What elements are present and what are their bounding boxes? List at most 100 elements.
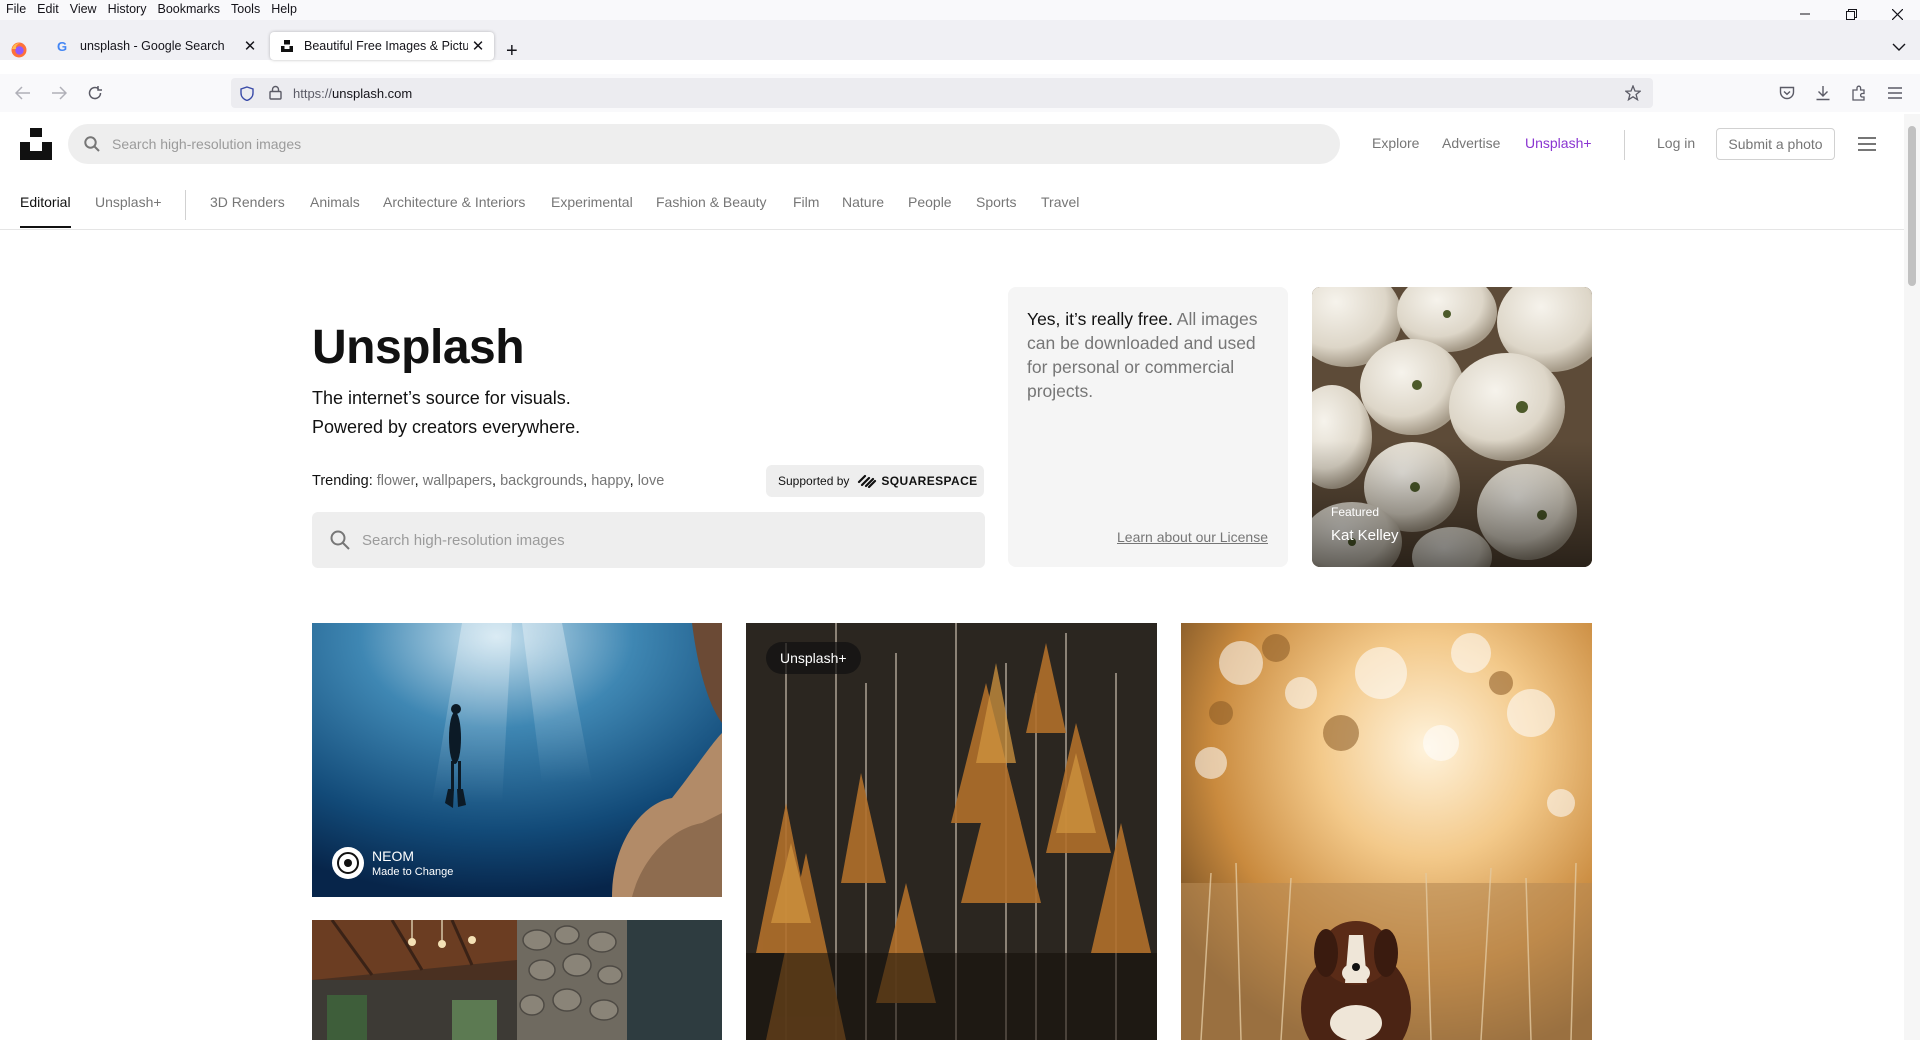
navigation-toolbar: https://unsplash.com <box>0 74 1920 112</box>
svg-text:G: G <box>57 39 67 53</box>
explore-link[interactable]: Explore <box>1372 135 1419 151</box>
hamburger-icon <box>1858 137 1876 151</box>
tab-close-icon[interactable]: ✕ <box>240 37 260 55</box>
menu-view[interactable]: View <box>70 2 97 16</box>
category-film[interactable]: Film <box>793 194 819 210</box>
squarespace-sponsor-badge[interactable]: Supported by SQUARESPACE <box>766 465 984 497</box>
menu-help[interactable]: Help <box>271 2 297 16</box>
photo-card-forest[interactable]: Unsplash+ <box>746 623 1157 1040</box>
url-text[interactable]: https://unsplash.com <box>293 86 412 101</box>
free-license-card: Yes, it’s really free. All images can be… <box>1008 287 1288 567</box>
sponsor-tagline: Made to Change <box>372 866 454 878</box>
sponsor-info[interactable]: NEOM Made to Change <box>332 847 453 879</box>
trending-item[interactable]: wallpapers <box>423 473 492 489</box>
category-fashion-beauty[interactable]: Fashion & Beauty <box>656 194 767 210</box>
pocket-button[interactable] <box>1773 80 1801 106</box>
new-tab-button[interactable]: + <box>506 40 518 63</box>
dog-in-field-image <box>1181 623 1592 1040</box>
reload-button[interactable] <box>81 80 109 106</box>
trending-item[interactable]: love <box>638 473 665 489</box>
page-viewport: Explore Advertise Unsplash+ Log in Submi… <box>0 114 1904 1040</box>
license-link[interactable]: Learn about our License <box>1117 529 1268 545</box>
menu-history[interactable]: History <box>108 2 147 16</box>
photo-card-interior[interactable] <box>312 920 722 1040</box>
neom-logo-icon <box>337 852 359 874</box>
category-people[interactable]: People <box>908 194 952 210</box>
advertise-link[interactable]: Advertise <box>1442 135 1500 151</box>
category-travel[interactable]: Travel <box>1041 194 1079 210</box>
neom-avatar <box>332 847 364 879</box>
unsplash-plus-badge: Unsplash+ <box>766 642 861 674</box>
trending-item[interactable]: happy <box>591 473 629 489</box>
category-sports[interactable]: Sports <box>976 194 1016 210</box>
hero-title: Unsplash <box>312 321 525 374</box>
header-divider <box>1624 130 1625 160</box>
menu-edit[interactable]: Edit <box>37 2 59 16</box>
chevron-down-icon <box>1892 43 1906 51</box>
tab-close-icon[interactable]: ✕ <box>468 37 488 55</box>
search-icon[interactable] <box>84 136 100 152</box>
list-tabs-button[interactable] <box>1892 42 1906 52</box>
back-button[interactable] <box>9 80 37 106</box>
trending-item[interactable]: flower <box>377 473 415 489</box>
tracking-shield-icon[interactable] <box>240 86 254 101</box>
hamburger-icon <box>1888 87 1902 99</box>
search-icon[interactable] <box>330 530 350 550</box>
header-search[interactable] <box>68 124 1340 164</box>
category-unsplash-plus[interactable]: Unsplash+ <box>95 194 162 210</box>
menu-bookmarks[interactable]: Bookmarks <box>157 2 220 16</box>
category-experimental[interactable]: Experimental <box>551 194 633 210</box>
scrollbar-thumb[interactable] <box>1908 126 1916 286</box>
lock-icon[interactable] <box>269 85 282 100</box>
supported-by-label: Supported by <box>778 474 850 488</box>
forward-button[interactable] <box>45 80 73 106</box>
unsplash-plus-link[interactable]: Unsplash+ <box>1525 135 1592 151</box>
featured-tag: Featured <box>1331 505 1380 519</box>
page-scrollbar[interactable] <box>1904 114 1920 1040</box>
arrow-right-icon <box>52 86 67 100</box>
google-favicon-icon: G <box>57 39 67 53</box>
download-icon <box>1816 86 1830 101</box>
unsplash-logo[interactable] <box>20 128 52 160</box>
trending-item[interactable]: backgrounds <box>500 473 583 489</box>
tab-bar: G unsplash - Google Search ✕ Beautiful F… <box>0 20 1920 63</box>
minimize-icon <box>1800 13 1810 15</box>
arrow-left-icon <box>15 86 30 100</box>
tab-unsplash[interactable]: Beautiful Free Images & Pictures ✕ <box>270 32 494 60</box>
bookmark-star-icon[interactable] <box>1625 85 1641 101</box>
hero-search[interactable] <box>312 512 985 568</box>
featured-author[interactable]: Kat Kelley <box>1331 527 1399 544</box>
category-animals[interactable]: Animals <box>310 194 360 210</box>
free-license-text: Yes, it’s really free. All images can be… <box>1027 309 1258 401</box>
category-3d-renders[interactable]: 3D Renders <box>210 194 285 210</box>
photo-card-diver[interactable]: NEOM Made to Change <box>312 623 722 897</box>
menu-tools[interactable]: Tools <box>231 2 260 16</box>
category-divider <box>185 190 186 220</box>
tab-title: unsplash - Google Search <box>80 39 225 53</box>
firefox-icon[interactable] <box>11 42 27 58</box>
autumn-forest-image <box>746 623 1157 1040</box>
squarespace-brand: SQUARESPACE <box>881 474 978 488</box>
photo-card-dog[interactable] <box>1181 623 1592 1040</box>
extensions-button[interactable] <box>1845 80 1873 106</box>
downloads-button[interactable] <box>1809 80 1837 106</box>
tab-title: Beautiful Free Images & Pictures <box>304 39 468 53</box>
reload-icon <box>88 86 102 100</box>
menu-file[interactable]: File <box>6 2 26 16</box>
site-menu-button[interactable] <box>1858 137 1876 151</box>
category-editorial[interactable]: Editorial <box>20 194 71 210</box>
submit-photo-button[interactable]: Submit a photo <box>1716 128 1835 160</box>
header-search-input[interactable] <box>112 124 1312 164</box>
puzzle-icon <box>1852 85 1865 101</box>
restore-icon <box>1845 8 1857 20</box>
url-bar[interactable]: https://unsplash.com <box>231 78 1653 108</box>
category-nature[interactable]: Nature <box>842 194 884 210</box>
featured-photo[interactable]: Featured Kat Kelley <box>1312 287 1592 567</box>
unsplash-favicon-icon <box>281 40 293 52</box>
category-architecture-interiors[interactable]: Architecture & Interiors <box>383 194 525 210</box>
app-menu-button[interactable] <box>1881 80 1909 106</box>
login-link[interactable]: Log in <box>1657 135 1695 151</box>
tab-google-search[interactable]: G unsplash - Google Search ✕ <box>46 32 266 60</box>
hero-search-input[interactable] <box>362 512 962 568</box>
hero-subtitle-line1: The internet’s source for visuals. <box>312 388 571 408</box>
